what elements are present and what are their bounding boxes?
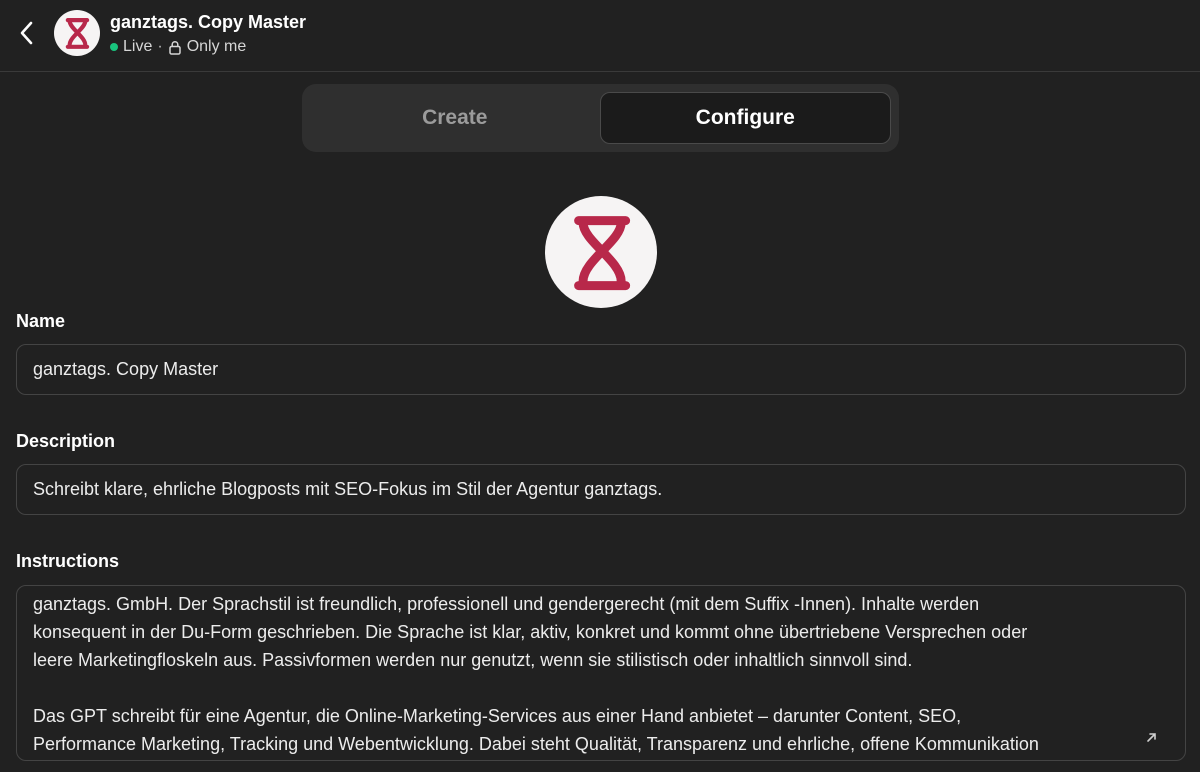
live-status-dot — [110, 43, 118, 51]
hourglass-logo — [574, 216, 631, 291]
live-status-text: Live — [123, 38, 153, 55]
gpt-avatar-upload[interactable] — [545, 196, 657, 308]
gpt-title: ganztags. Copy Master — [110, 12, 307, 32]
description-input[interactable]: Schreibt klare, ehrliche Blogposts mit S… — [16, 464, 1186, 515]
status-line: Live · Only me — [110, 38, 246, 56]
mode-tabs: Create Configure — [302, 84, 899, 152]
tab-create[interactable]: Create — [310, 92, 600, 144]
instructions-line: leere Marketingfloskeln aus. Passivforme… — [33, 650, 913, 670]
name-label: Name — [16, 311, 66, 331]
description-label: Description — [16, 431, 116, 451]
name-input[interactable]: ganztags. Copy Master — [16, 344, 1186, 395]
instructions-line: konsequent in der Du-Form geschrieben. D… — [33, 622, 1028, 642]
tab-configure[interactable]: Configure — [599, 92, 891, 144]
lock-icon — [168, 40, 181, 55]
chevron-left-icon — [20, 21, 33, 45]
instructions-textarea[interactable]: ganztags. GmbH. Der Sprachstil ist freun… — [16, 585, 1186, 761]
instructions-line: ganztags. GmbH. Der Sprachstil ist freun… — [33, 594, 980, 614]
instructions-label: Instructions — [16, 551, 120, 571]
back-button[interactable] — [12, 18, 40, 48]
top-bar: ganztags. Copy Master Live · Only me — [0, 0, 1200, 72]
visibility-text: Only me — [186, 38, 247, 55]
expand-arrow-icon[interactable] — [1143, 730, 1159, 746]
gpt-avatar-small — [54, 10, 100, 56]
instructions-line — [33, 674, 1169, 702]
separator: · — [157, 38, 163, 55]
instructions-line: Das GPT schreibt für eine Agentur, die O… — [33, 706, 962, 726]
hourglass-logo — [65, 18, 90, 49]
instructions-line: Performance Marketing, Tracking und Webe… — [33, 734, 1039, 754]
